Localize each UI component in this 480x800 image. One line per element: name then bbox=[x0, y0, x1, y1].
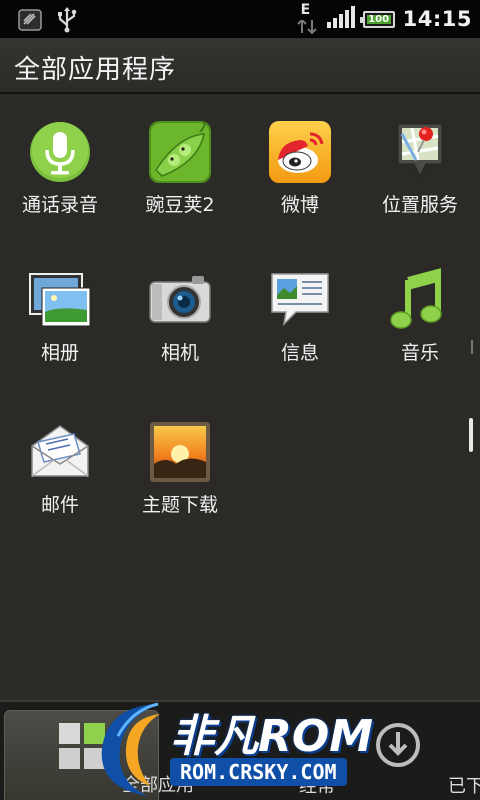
app-label: 音乐 bbox=[400, 342, 439, 364]
scrollbar-thumb[interactable] bbox=[469, 418, 473, 452]
data-arrows-icon: E bbox=[296, 2, 319, 34]
grid-icon bbox=[57, 721, 107, 775]
theme-picture-icon bbox=[148, 420, 212, 484]
app-location-services[interactable]: 位置服务 bbox=[360, 96, 480, 226]
app-label: 通话录音 bbox=[21, 194, 98, 216]
app-camera[interactable]: 相机 bbox=[120, 244, 240, 374]
clock: 14:15 bbox=[402, 7, 472, 31]
app-weibo[interactable]: 微博 bbox=[240, 96, 360, 226]
photo-album-icon bbox=[28, 268, 92, 332]
music-note-icon bbox=[388, 268, 452, 332]
app-label: 位置服务 bbox=[381, 194, 458, 216]
tab-downloaded[interactable]: 已下载 bbox=[320, 710, 480, 800]
scroll-indicator bbox=[471, 340, 473, 354]
header: 全部应用程序 bbox=[0, 38, 480, 94]
microphone-icon bbox=[28, 120, 92, 184]
app-label: 微博 bbox=[280, 194, 319, 216]
camera-icon bbox=[148, 268, 212, 332]
weibo-icon bbox=[268, 120, 332, 184]
map-pin-icon bbox=[388, 120, 452, 184]
app-label: 相机 bbox=[160, 342, 199, 364]
notification-icon[interactable] bbox=[18, 8, 42, 36]
app-theme-download[interactable]: 主题下载 bbox=[120, 396, 240, 526]
battery-icon: 100 bbox=[359, 10, 395, 28]
tab-bar: 全部应用 经常 已下载 bbox=[0, 700, 480, 800]
tab-all-apps[interactable]: 全部应用 bbox=[4, 710, 194, 800]
mail-icon bbox=[28, 420, 92, 484]
tab-label: 已下载 bbox=[448, 776, 480, 797]
battery-level: 100 bbox=[368, 13, 390, 25]
app-messages[interactable]: 信息 bbox=[240, 244, 360, 374]
tab-frequent[interactable]: 经常 bbox=[162, 710, 335, 800]
app-music[interactable]: 音乐 bbox=[360, 244, 480, 374]
status-bar: E 100 14:15 bbox=[0, 0, 480, 38]
app-label: 主题下载 bbox=[141, 494, 218, 516]
app-wandoujia[interactable]: 豌豆荚2 bbox=[120, 96, 240, 226]
app-label: 相册 bbox=[40, 342, 79, 364]
app-label: 豌豆荚2 bbox=[145, 194, 215, 216]
app-mail[interactable]: 邮件 bbox=[0, 396, 120, 526]
signal-icon bbox=[326, 6, 355, 32]
message-icon bbox=[268, 268, 332, 332]
usb-icon bbox=[56, 7, 78, 37]
app-call-recorder[interactable]: 通话录音 bbox=[0, 96, 120, 226]
app-label: 邮件 bbox=[40, 494, 79, 516]
pea-pod-icon bbox=[148, 120, 212, 184]
network-type-label: E bbox=[300, 2, 311, 18]
page-title: 全部应用程序 bbox=[14, 55, 177, 85]
app-gallery[interactable]: 相册 bbox=[0, 244, 120, 374]
app-label: 信息 bbox=[280, 342, 319, 364]
download-icon bbox=[373, 720, 423, 774]
